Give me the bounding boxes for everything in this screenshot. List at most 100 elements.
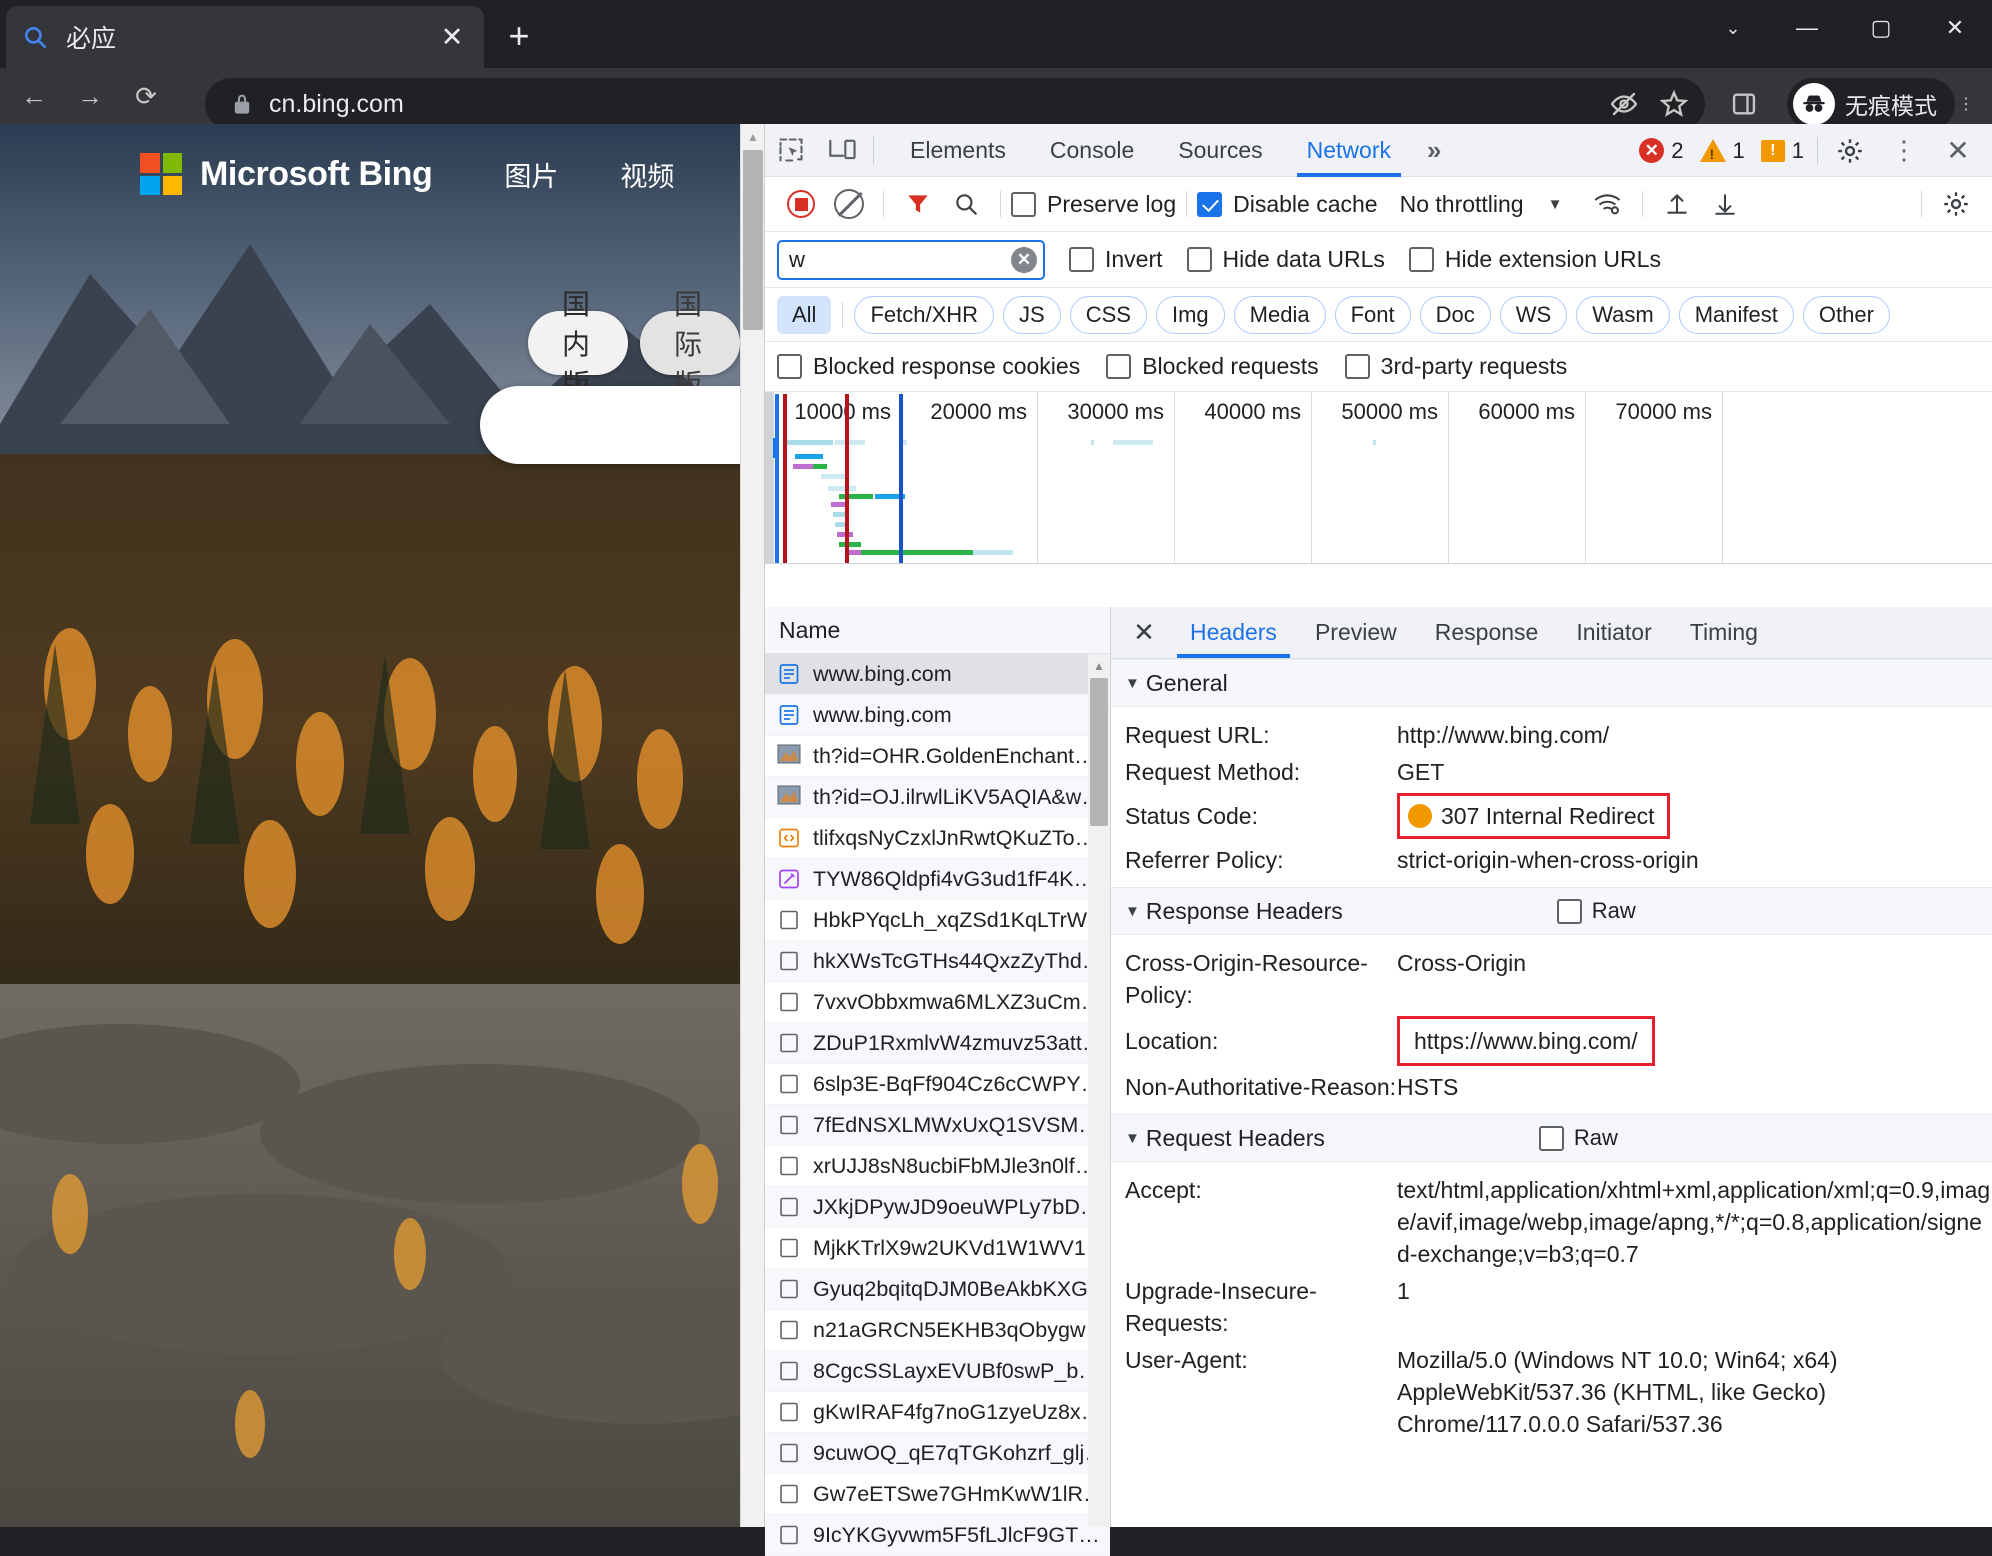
bing-nav-videos[interactable]: 视频 [620,155,674,194]
request-row[interactable]: 6slp3E-BqFf904Cz6cCWPY1… [765,1064,1110,1105]
request-raw-checkbox[interactable]: Raw [1539,1125,1618,1151]
request-row[interactable]: HbkPYqcLh_xqZSd1KqLTrW… [765,900,1110,941]
type-filter-img[interactable]: Img [1156,296,1225,334]
request-row[interactable]: 9cuwOQ_qE7qTGKohzrf_glj… [765,1433,1110,1474]
browser-tab[interactable]: 必应 ✕ [6,6,484,68]
request-row[interactable]: 7vxvObbxmwa6MLXZ3uCm… [765,982,1110,1023]
type-filter-css[interactable]: CSS [1070,296,1147,334]
warning-count-badge[interactable]: 1 [1693,138,1752,164]
bing-search-box[interactable] [480,386,740,464]
tab-elements[interactable]: Elements [888,124,1028,177]
blocked-requests-checkbox[interactable]: Blocked requests [1106,353,1318,380]
type-filter-other[interactable]: Other [1803,296,1890,334]
scroll-up-arrow-icon[interactable]: ▲ [1088,654,1110,678]
request-row[interactable]: 8CgcSSLayxEVUBf0swP_bQ… [765,1351,1110,1392]
export-har-icon[interactable] [1701,180,1749,228]
filter-icon[interactable] [894,180,942,228]
more-tabs-icon[interactable]: » [1413,124,1455,177]
eye-off-icon[interactable] [1599,79,1649,129]
details-tab-timing[interactable]: Timing [1671,607,1777,658]
new-tab-button[interactable]: + [495,12,543,60]
scrollbar-thumb[interactable] [743,150,763,330]
tab-close-icon[interactable]: ✕ [434,19,470,55]
clear-filter-icon[interactable]: ✕ [1011,247,1037,273]
request-row[interactable]: JXkjDPywJD9oeuWPLy7bD8… [765,1187,1110,1228]
network-overview-timeline[interactable]: 10000 ms 20000 ms 30000 ms 40000 ms 5000… [765,392,1992,564]
details-tab-response[interactable]: Response [1416,607,1558,658]
details-tab-initiator[interactable]: Initiator [1557,607,1670,658]
type-filter-ws[interactable]: WS [1500,296,1567,334]
type-filter-all[interactable]: All [777,296,831,334]
request-row[interactable]: Gw7eETSwe7GHmKwW1lRq… [765,1474,1110,1515]
tab-console[interactable]: Console [1028,124,1156,177]
type-filter-js[interactable]: JS [1003,296,1061,334]
star-icon[interactable] [1649,79,1699,129]
request-row[interactable]: MjkKTrlX9w2UKVd1W1WV1… [765,1228,1110,1269]
request-row[interactable]: tlifxqsNyCzxlJnRwtQKuZTo… [765,818,1110,859]
section-general[interactable]: ▼ General [1111,659,1992,707]
browser-menu-button[interactable]: ⋮ [1948,82,1984,126]
filter-input[interactable]: w ✕ [777,240,1045,280]
close-details-icon[interactable]: ✕ [1117,607,1171,658]
disable-cache-checkbox[interactable]: Disable cache [1197,191,1377,218]
tab-network[interactable]: Network [1285,124,1413,177]
type-filter-manifest[interactable]: Manifest [1679,296,1794,334]
request-row[interactable]: www.bing.com [765,654,1110,695]
gear-icon[interactable] [1824,125,1876,177]
search-icon[interactable] [942,180,990,228]
tab-search-chevron-icon[interactable]: ⌄ [1696,0,1770,56]
request-row[interactable]: th?id=OHR.GoldenEnchant… [765,736,1110,777]
side-panel-icon[interactable] [1722,82,1766,126]
request-row[interactable]: th?id=OJ.ilrwlLiKV5AQIA&w… [765,777,1110,818]
throttling-select[interactable]: No throttling [1400,191,1524,218]
gear-icon[interactable] [1932,180,1980,228]
scrollbar-thumb[interactable] [1090,678,1108,826]
requests-scrollbar[interactable]: ▲ [1088,654,1110,1527]
maximize-button[interactable]: ▢ [1844,0,1918,56]
address-bar[interactable]: cn.bing.com [205,78,1705,130]
reload-button[interactable]: ⟳ [118,68,174,124]
invert-checkbox[interactable]: Invert [1069,246,1163,273]
inspect-icon[interactable] [765,124,817,176]
request-row[interactable]: www.bing.com [765,695,1110,736]
hide-data-urls-checkbox[interactable]: Hide data URLs [1187,246,1385,273]
type-filter-media[interactable]: Media [1234,296,1326,334]
request-row[interactable]: n21aGRCN5EKHB3qObygw… [765,1310,1110,1351]
hide-extension-urls-checkbox[interactable]: Hide extension URLs [1409,246,1661,273]
request-row[interactable]: ZDuP1RxmlvW4zmuvz53att… [765,1023,1110,1064]
type-filter-doc[interactable]: Doc [1420,296,1491,334]
record-icon[interactable] [777,180,825,228]
third-party-requests-checkbox[interactable]: 3rd-party requests [1345,353,1568,380]
section-request-headers[interactable]: ▼ Request Headers Raw [1111,1114,1992,1162]
preserve-log-checkbox[interactable]: Preserve log [1011,191,1176,218]
request-row[interactable]: xrUJJ8sN8ucbiFbMJle3n0lfR… [765,1146,1110,1187]
info-count-badge[interactable]: ! 1 [1754,138,1811,164]
request-row[interactable]: 9IcYKGyvwm5F5fLJlcF9GTVnR… [765,1515,1110,1556]
tab-sources[interactable]: Sources [1156,124,1284,177]
device-toolbar-icon[interactable] [817,124,869,176]
bing-pill-domestic[interactable]: 国内版 [528,311,628,375]
back-button[interactable]: ← [6,68,62,124]
minimize-button[interactable]: — [1770,0,1844,56]
type-filter-fetch-xhr[interactable]: Fetch/XHR [854,296,994,334]
window-close-button[interactable]: ✕ [1918,0,1992,56]
incognito-indicator[interactable]: 无痕模式 [1787,78,1955,130]
blocked-response-cookies-checkbox[interactable]: Blocked response cookies [777,353,1080,380]
scroll-up-arrow-icon[interactable]: ▲ [741,124,765,150]
request-row[interactable]: gKwIRAF4fg7noG1zyeUz8x3… [765,1392,1110,1433]
clear-icon[interactable] [825,180,873,228]
details-tab-headers[interactable]: Headers [1171,607,1296,658]
column-header-name[interactable]: Name [765,607,1110,654]
request-row[interactable]: TYW86Qldpfi4vG3ud1fF4K… [765,859,1110,900]
request-row[interactable]: 7fEdNSXLMWxUxQ1SVSMG… [765,1105,1110,1146]
bing-pill-international[interactable]: 国际版 [640,311,740,375]
details-tab-preview[interactable]: Preview [1296,607,1416,658]
page-scrollbar[interactable]: ▲ [740,124,764,1527]
import-har-icon[interactable] [1653,180,1701,228]
response-raw-checkbox[interactable]: Raw [1557,898,1636,924]
request-row[interactable]: hkXWsTcGTHs44QxzZyThd4… [765,941,1110,982]
type-filter-font[interactable]: Font [1335,296,1411,334]
forward-button[interactable]: → [62,68,118,124]
type-filter-wasm[interactable]: Wasm [1576,296,1670,334]
chevron-down-icon[interactable]: ▼ [1548,196,1563,213]
